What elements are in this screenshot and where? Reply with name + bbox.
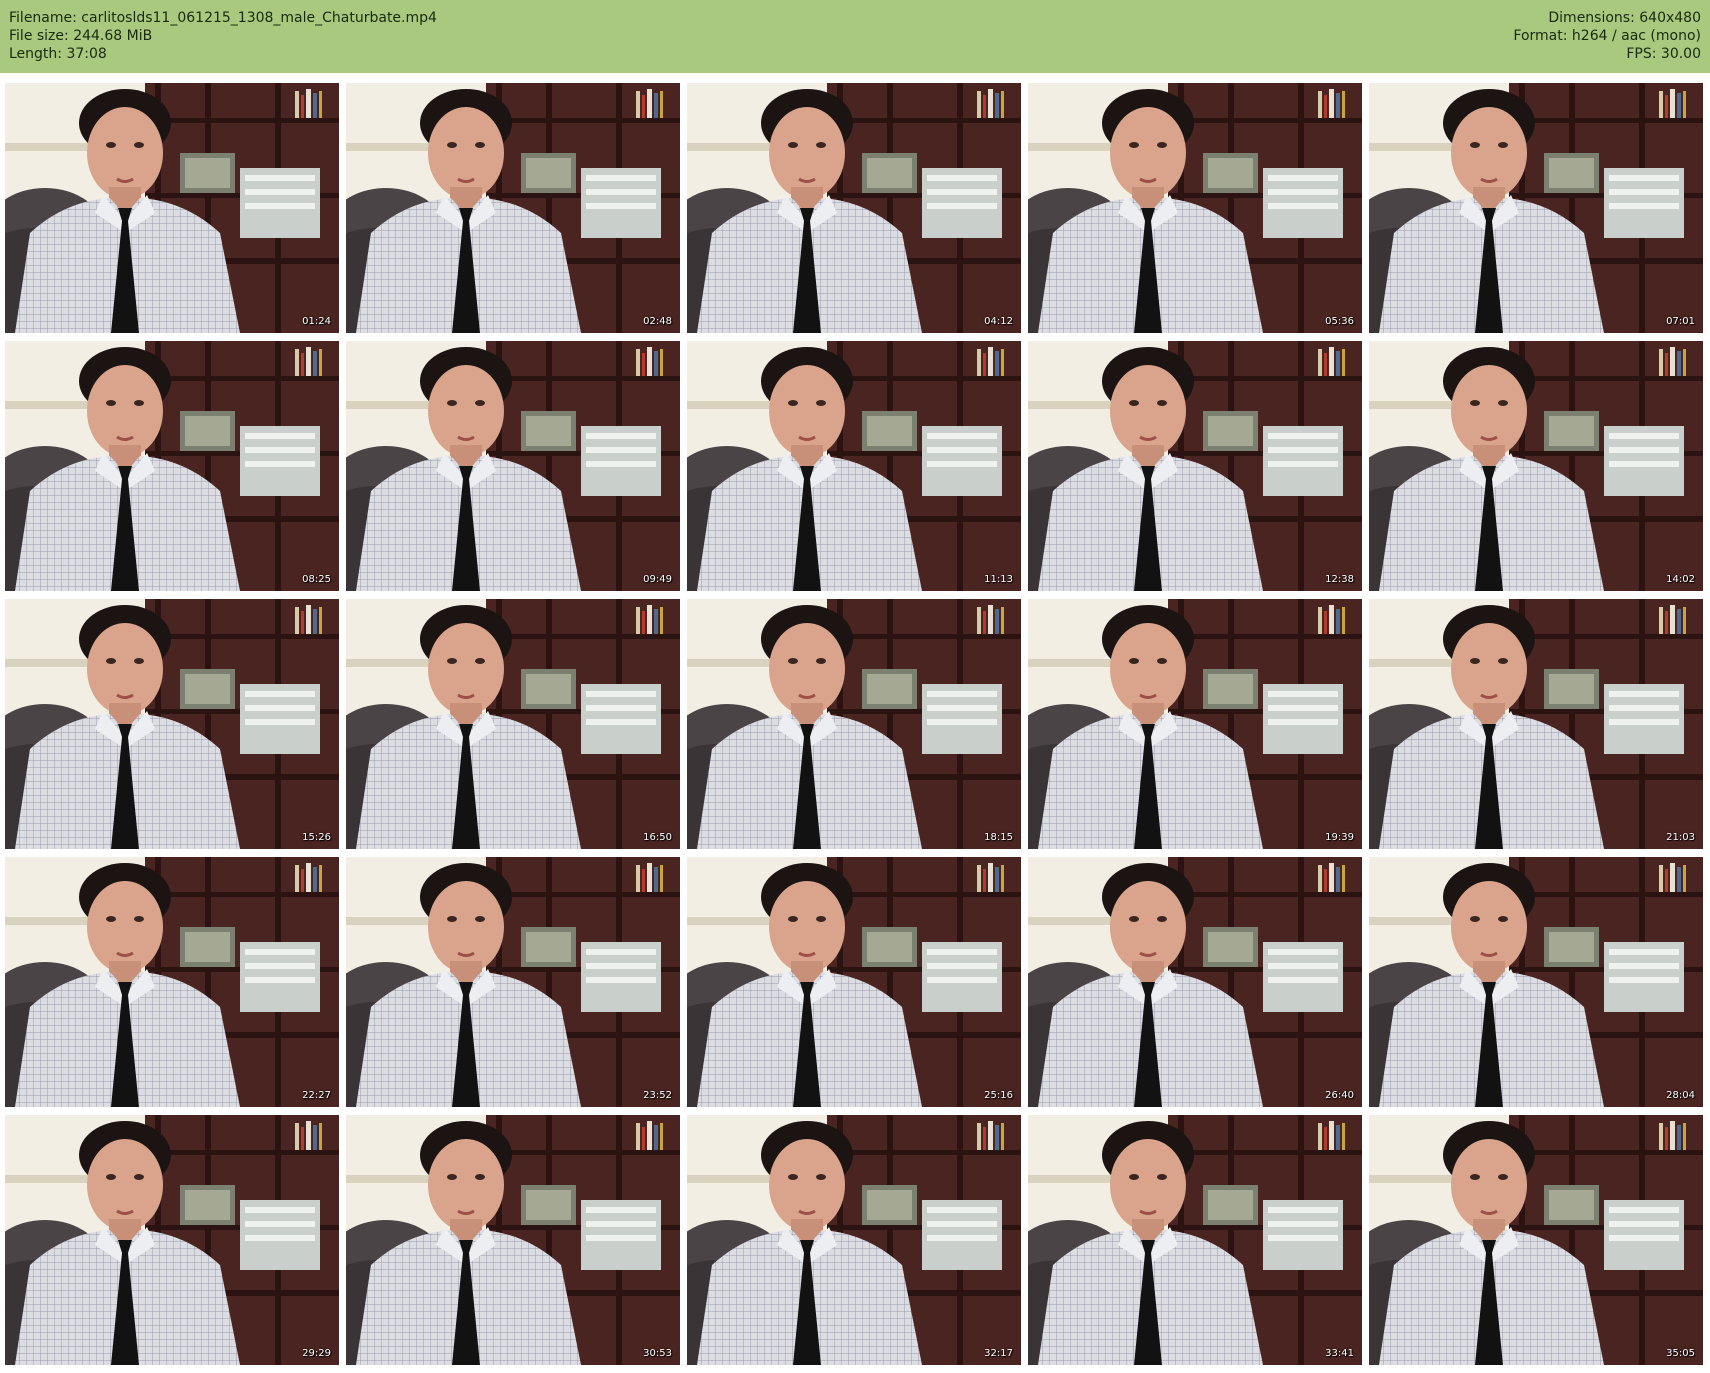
video-thumbnail[interactable]: 32:17 [687,1115,1021,1365]
webcam-frame-image [346,857,680,1107]
thumbnail-timestamp: 35:05 [1666,1348,1695,1359]
thumbnail-timestamp: 21:03 [1666,832,1695,843]
video-thumbnail[interactable]: 15:26 [5,599,339,849]
thumbnail-timestamp: 15:26 [302,832,331,843]
thumbnail-timestamp: 22:27 [302,1090,331,1101]
webcam-frame-image [346,83,680,333]
thumbnail-timestamp: 25:16 [984,1090,1013,1101]
webcam-frame-image [346,341,680,591]
filename-text: Filename: carlitoslds11_061215_1308_male… [9,10,437,26]
webcam-frame-image [1028,1115,1362,1365]
webcam-frame-image [687,341,1021,591]
thumbnail-timestamp: 33:41 [1325,1348,1354,1359]
video-thumbnail[interactable]: 18:15 [687,599,1021,849]
webcam-frame-image [1369,83,1703,333]
video-thumbnail[interactable]: 29:29 [5,1115,339,1365]
video-thumbnail[interactable]: 35:05 [1369,1115,1703,1365]
dimensions-text: Dimensions: 640x480 [1548,10,1701,26]
webcam-frame-image [5,83,339,333]
thumbnail-timestamp: 16:50 [643,832,672,843]
webcam-frame-image [5,1115,339,1365]
webcam-frame-image [687,1115,1021,1365]
video-thumbnail[interactable]: 05:36 [1028,83,1362,333]
webcam-frame-image [1028,83,1362,333]
video-thumbnail[interactable]: 28:04 [1369,857,1703,1107]
thumbnail-timestamp: 08:25 [302,574,331,585]
video-thumbnail[interactable]: 11:13 [687,341,1021,591]
webcam-frame-image [1369,599,1703,849]
video-thumbnail[interactable]: 14:02 [1369,341,1703,591]
thumbnail-timestamp: 09:49 [643,574,672,585]
video-thumbnail[interactable]: 16:50 [346,599,680,849]
webcam-frame-image [346,1115,680,1365]
thumbnail-timestamp: 07:01 [1666,316,1695,327]
thumbnail-timestamp: 32:17 [984,1348,1013,1359]
video-thumbnail[interactable]: 26:40 [1028,857,1362,1107]
webcam-frame-image [1369,1115,1703,1365]
video-thumbnail[interactable]: 19:39 [1028,599,1362,849]
video-thumbnail[interactable]: 30:53 [346,1115,680,1365]
thumbnail-timestamp: 11:13 [984,574,1013,585]
thumbnail-timestamp: 14:02 [1666,574,1695,585]
video-thumbnail[interactable]: 02:48 [346,83,680,333]
thumbnail-timestamp: 23:52 [643,1090,672,1101]
video-thumbnail[interactable]: 01:24 [5,83,339,333]
file-info-left: Filename: carlitoslds11_061215_1308_male… [9,9,437,63]
thumbnail-timestamp: 12:38 [1325,574,1354,585]
video-thumbnail[interactable]: 12:38 [1028,341,1362,591]
webcam-frame-image [5,857,339,1107]
thumbnail-timestamp: 19:39 [1325,832,1354,843]
thumbnail-timestamp: 02:48 [643,316,672,327]
video-thumbnail[interactable]: 08:25 [5,341,339,591]
video-thumbnail[interactable]: 04:12 [687,83,1021,333]
video-thumbnail[interactable]: 22:27 [5,857,339,1107]
thumbnail-timestamp: 04:12 [984,316,1013,327]
webcam-frame-image [5,599,339,849]
video-thumbnail[interactable]: 33:41 [1028,1115,1362,1365]
thumbnail-timestamp: 29:29 [302,1348,331,1359]
video-thumbnail[interactable]: 21:03 [1369,599,1703,849]
thumbnail-timestamp: 05:36 [1325,316,1354,327]
thumbnail-timestamp: 18:15 [984,832,1013,843]
thumbnail-timestamp: 30:53 [643,1348,672,1359]
webcam-frame-image [1028,857,1362,1107]
webcam-frame-image [687,599,1021,849]
video-thumbnail[interactable]: 07:01 [1369,83,1703,333]
webcam-frame-image [1028,341,1362,591]
thumbnail-timestamp: 28:04 [1666,1090,1695,1101]
thumbnail-timestamp: 01:24 [302,316,331,327]
video-thumbnail[interactable]: 25:16 [687,857,1021,1107]
fps-text: FPS: 30.00 [1626,46,1701,62]
webcam-frame-image [687,857,1021,1107]
webcam-frame-image [346,599,680,849]
filesize-text: File size: 244.68 MiB [9,28,153,44]
thumbnail-grid: 01:24 02:48 04:12 05:36 07:01 08:25 09:4… [5,83,1705,1367]
webcam-frame-image [1369,857,1703,1107]
webcam-frame-image [1369,341,1703,591]
format-text: Format: h264 / aac (mono) [1513,28,1701,44]
length-text: Length: 37:08 [9,46,107,62]
webcam-frame-image [1028,599,1362,849]
webcam-frame-image [687,83,1021,333]
webcam-frame-image [5,341,339,591]
file-info-right: Dimensions: 640x480 Format: h264 / aac (… [1513,9,1701,63]
video-thumbnail[interactable]: 09:49 [346,341,680,591]
info-header: Filename: carlitoslds11_061215_1308_male… [0,0,1710,73]
thumbnail-timestamp: 26:40 [1325,1090,1354,1101]
video-thumbnail[interactable]: 23:52 [346,857,680,1107]
